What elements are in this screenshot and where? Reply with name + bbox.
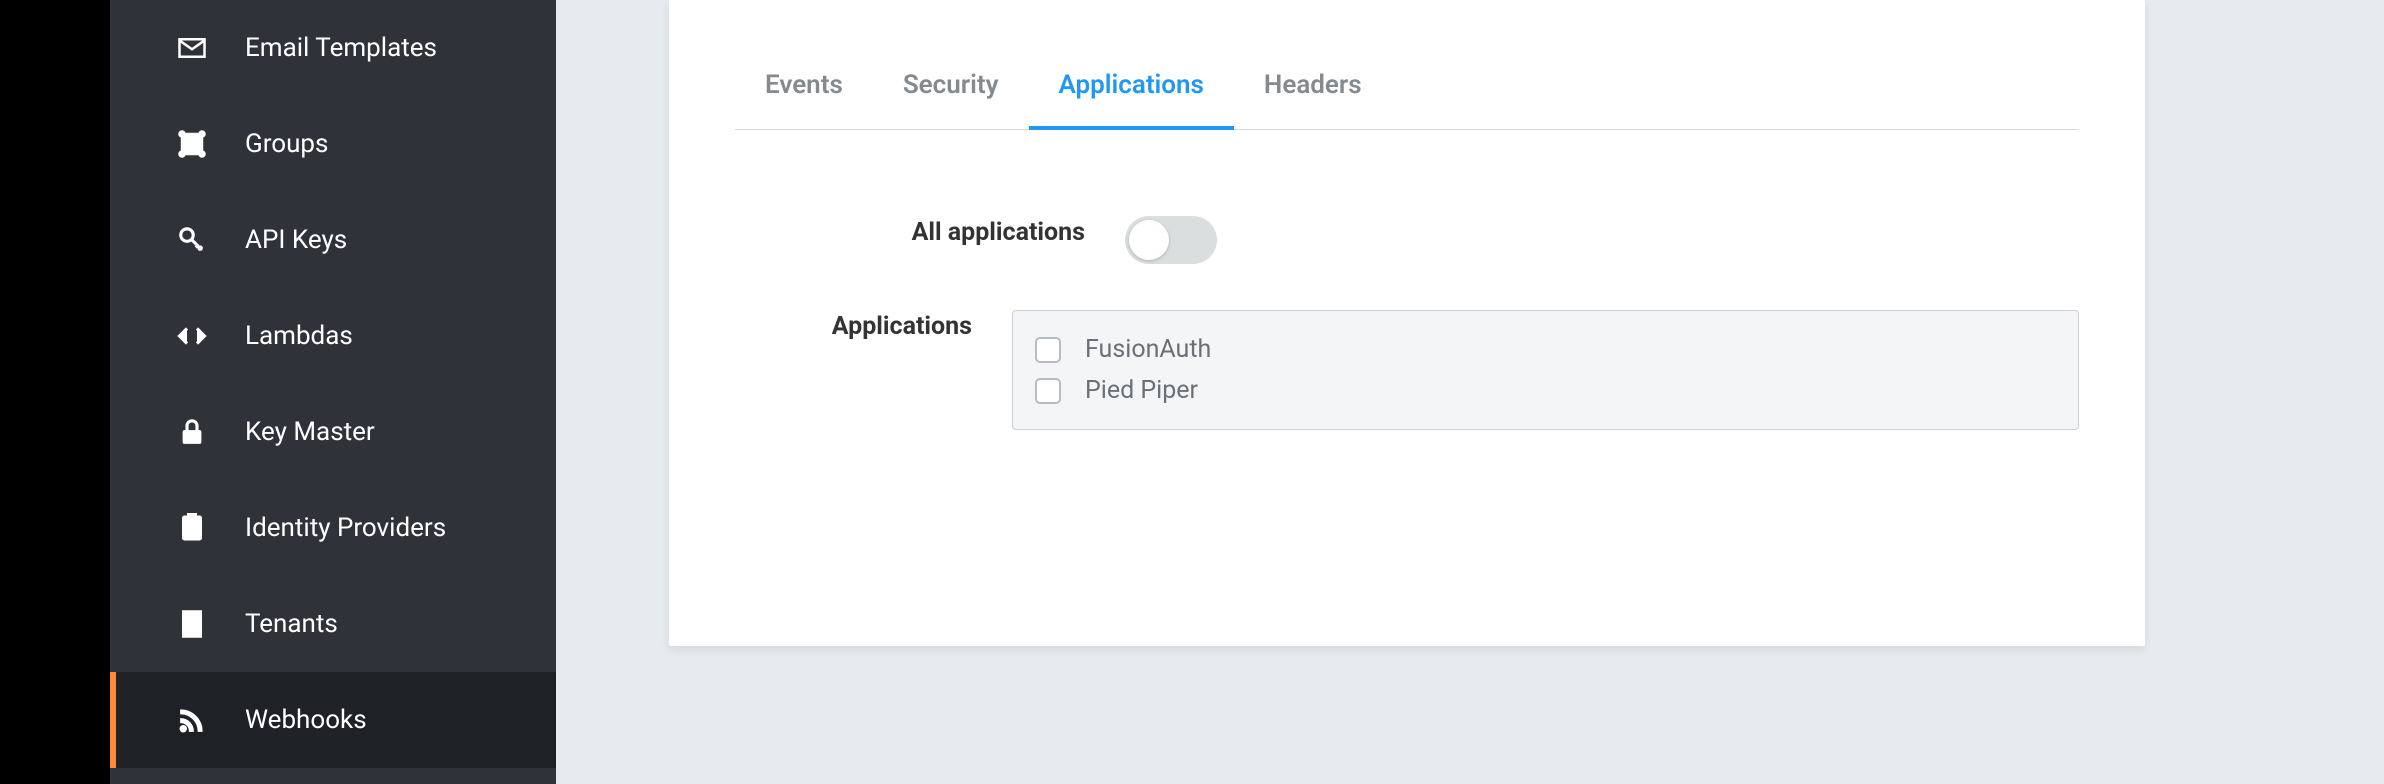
sidebar-item-label: Key Master (245, 417, 375, 447)
checkbox[interactable] (1035, 378, 1061, 404)
sidebar-item-label: Lambdas (245, 321, 353, 351)
applications-list: FusionAuth Pied Piper (1012, 310, 2079, 430)
control-all-applications (1125, 216, 1217, 264)
row-applications: Applications FusionAuth Pied Piper (735, 310, 2079, 430)
tab-bar: Events Security Applications Headers (735, 0, 2079, 130)
lock-icon (175, 415, 209, 449)
sidebar-item-label: API Keys (245, 225, 347, 255)
main-content: Events Security Applications Headers All… (556, 0, 2384, 784)
tab-label: Security (903, 70, 999, 100)
row-all-applications: All applications (735, 216, 2079, 264)
sidebar-item-tenants[interactable]: Tenants (110, 576, 556, 672)
app-container: Email Templates Groups API Keys Lambdas … (110, 0, 2384, 784)
sidebar-item-label: Identity Providers (245, 513, 446, 543)
sidebar: Email Templates Groups API Keys Lambdas … (110, 0, 556, 784)
toggle-all-applications[interactable] (1125, 216, 1217, 264)
sidebar-item-identity-providers[interactable]: Identity Providers (110, 480, 556, 576)
sidebar-item-groups[interactable]: Groups (110, 96, 556, 192)
sidebar-item-label: Tenants (245, 609, 338, 639)
application-name: Pied Piper (1085, 376, 1198, 405)
application-option[interactable]: FusionAuth (1035, 329, 2056, 370)
sidebar-item-webhooks[interactable]: Webhooks (110, 672, 556, 768)
application-option[interactable]: Pied Piper (1035, 370, 2056, 411)
toggle-knob (1129, 220, 1169, 260)
tab-events[interactable]: Events (735, 70, 873, 130)
tab-applications[interactable]: Applications (1029, 70, 1234, 130)
control-applications: FusionAuth Pied Piper (1012, 310, 2079, 430)
rss-icon (175, 703, 209, 737)
sidebar-item-lambdas[interactable]: Lambdas (110, 288, 556, 384)
group-icon (175, 127, 209, 161)
sidebar-item-label: Email Templates (245, 33, 437, 63)
tab-label: Events (765, 70, 843, 100)
id-card-icon (175, 511, 209, 545)
sidebar-item-label: Webhooks (245, 705, 367, 735)
label-all-applications: All applications (735, 216, 1125, 247)
sidebar-item-email-templates[interactable]: Email Templates (110, 0, 556, 96)
code-icon (175, 319, 209, 353)
tab-headers[interactable]: Headers (1234, 70, 1392, 130)
sidebar-item-api-keys[interactable]: API Keys (110, 192, 556, 288)
key-icon (175, 223, 209, 257)
sidebar-item-key-master[interactable]: Key Master (110, 384, 556, 480)
tab-security[interactable]: Security (873, 70, 1029, 130)
applications-form: All applications Applications Fusion (735, 130, 2079, 430)
checkbox[interactable] (1035, 337, 1061, 363)
tab-label: Headers (1264, 70, 1362, 100)
settings-card: Events Security Applications Headers All… (669, 0, 2145, 646)
sidebar-item-label: Groups (245, 129, 328, 159)
building-icon (175, 607, 209, 641)
envelope-icon (175, 31, 209, 65)
label-applications: Applications (735, 310, 1012, 341)
application-name: FusionAuth (1085, 335, 1211, 364)
tab-label: Applications (1059, 70, 1204, 100)
